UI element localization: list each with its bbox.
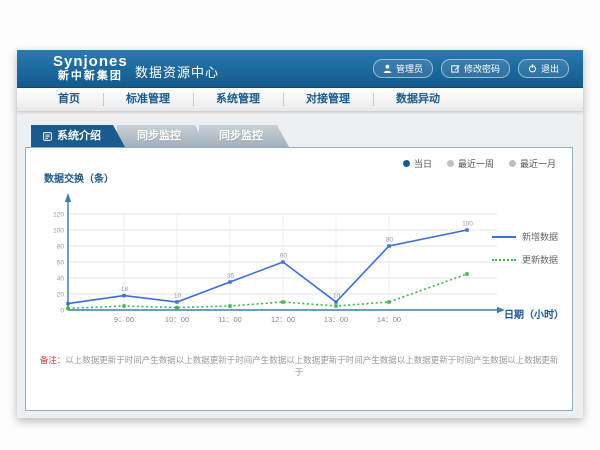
x-tick-label: 9：00 xyxy=(114,315,134,324)
change-password-label: 修改密码 xyxy=(464,62,500,75)
nav-item-system-mgmt[interactable]: 系统管理 xyxy=(193,88,283,111)
y-tick-label: 40 xyxy=(57,275,65,282)
admin-user-button[interactable]: 管理员 xyxy=(373,59,433,78)
data-point-label: 100 xyxy=(462,221,473,228)
legend-line-dotted xyxy=(492,259,516,261)
range-option-today-label: 当日 xyxy=(414,157,432,170)
x-tick-label: 13：00 xyxy=(324,315,348,324)
data-point xyxy=(66,307,69,310)
nav-item-standard-mgmt[interactable]: 标准管理 xyxy=(103,88,193,111)
x-tick-label: 14：00 xyxy=(377,315,401,324)
tab-sync-monitor-2-label: 同步监控 xyxy=(219,130,263,142)
data-point xyxy=(387,244,390,247)
radio-dot xyxy=(447,160,454,167)
data-point-label: 60 xyxy=(280,253,288,260)
range-option-last-week-label: 最近一周 xyxy=(458,157,494,170)
main-nav: 首页 标准管理 系统管理 对接管理 数据异动 xyxy=(17,88,583,112)
nav-item-data-change[interactable]: 数据异动 xyxy=(373,88,463,111)
tab-system-intro[interactable]: 系统介绍 xyxy=(31,125,125,147)
data-point-label: 18 xyxy=(121,286,129,293)
data-point xyxy=(465,228,468,231)
y-axis-arrow xyxy=(65,193,71,202)
legend-updated-data-label: 更新数据 xyxy=(522,253,558,266)
y-tick-label: 20 xyxy=(57,291,65,298)
x-tick-label: 10：00 xyxy=(165,315,189,324)
y-tick-label: 80 xyxy=(57,243,65,250)
logout-label: 退出 xyxy=(541,62,559,75)
range-option-today[interactable]: 当日 xyxy=(403,157,432,170)
header-actions: 管理员 修改密码 退出 xyxy=(373,59,569,78)
chart-legend: 新增数据 更新数据 xyxy=(492,230,558,266)
range-option-last-month[interactable]: 最近一月 xyxy=(509,157,556,170)
y-tick-label: 0 xyxy=(60,307,64,314)
data-point xyxy=(387,300,390,303)
line-chart: 0 20 40 60 80 100 120 9：00 10：00 11：00 12：00 13：00 1… xyxy=(52,186,522,336)
logout-button[interactable]: 退出 xyxy=(518,59,569,78)
range-option-last-month-label: 最近一月 xyxy=(520,157,556,170)
data-point-label: 10 xyxy=(333,293,341,300)
legend-item-updated-data: 更新数据 xyxy=(492,253,558,266)
nav-item-home[interactable]: 首页 xyxy=(35,88,103,111)
user-icon xyxy=(383,64,392,73)
data-point xyxy=(122,294,125,297)
x-tick-label: 11：00 xyxy=(218,315,242,324)
company-logo[interactable]: Synjones 新中新集团 xyxy=(53,53,128,83)
range-option-last-week[interactable]: 最近一周 xyxy=(447,157,494,170)
logo-secondary-text: 新中新集团 xyxy=(53,70,128,83)
chart-panel: 当日 最近一周 最近一月 数据交换（条） 0 20 40 60 80 100 120 9：00… xyxy=(25,147,573,411)
app-header: Synjones 新中新集团 数据资源中心 管理员 修改密码 xyxy=(17,50,583,88)
data-point xyxy=(228,280,231,283)
edit-icon xyxy=(451,64,460,73)
radio-dot xyxy=(509,160,516,167)
data-point xyxy=(175,306,178,309)
tab-sync-monitor-2[interactable]: 同步监控 xyxy=(199,125,289,147)
x-tick-label: 12：00 xyxy=(271,315,295,324)
footer-note-text: 以上数据更新于时间产生数据以上数据更新于时间产生数据以上数据更新于时间产生数据以… xyxy=(65,355,558,377)
tab-sync-monitor-1-label: 同步监控 xyxy=(137,130,181,142)
content-area: 系统介绍 同步监控 同步监控 当日 最近一周 xyxy=(17,112,583,417)
document-icon xyxy=(43,132,52,141)
legend-item-new-data: 新增数据 xyxy=(492,230,558,243)
footer-note: 备注：以上数据更新于时间产生数据以上数据更新于时间产生数据以上数据更新于时间产生… xyxy=(36,354,562,378)
data-point xyxy=(334,304,337,307)
logo-primary-text: Synjones xyxy=(53,53,128,70)
radio-dot xyxy=(403,160,410,167)
legend-new-data-label: 新增数据 xyxy=(522,230,558,243)
change-password-button[interactable]: 修改密码 xyxy=(441,59,510,78)
y-tick-label: 60 xyxy=(57,259,65,266)
page: Synjones 新中新集团 数据资源中心 管理员 修改密码 xyxy=(0,0,600,450)
admin-user-label: 管理员 xyxy=(396,62,423,75)
data-point xyxy=(281,300,284,303)
data-point-label: 80 xyxy=(386,237,394,244)
time-range-selector: 当日 最近一周 最近一月 xyxy=(403,157,556,170)
chart-x-axis-title: 日期（小时） xyxy=(504,306,564,321)
legend-line-solid xyxy=(492,236,516,238)
y-tick-label: 120 xyxy=(53,211,64,218)
data-point xyxy=(228,304,231,307)
data-point-label: 35 xyxy=(227,273,235,280)
data-point xyxy=(175,300,178,303)
data-point xyxy=(334,300,337,303)
tab-system-intro-label: 系统介绍 xyxy=(57,125,101,147)
y-tick-label: 100 xyxy=(53,227,64,234)
power-icon xyxy=(528,64,537,73)
data-point xyxy=(66,302,69,305)
page-title: 数据资源中心 xyxy=(135,62,219,81)
footer-note-label: 备注： xyxy=(40,355,66,365)
tab-sync-monitor-1[interactable]: 同步监控 xyxy=(117,125,207,147)
chart-y-axis-title: 数据交换（条） xyxy=(44,170,114,185)
app-window: Synjones 新中新集团 数据资源中心 管理员 修改密码 xyxy=(17,50,583,418)
data-point xyxy=(465,272,468,275)
nav-item-interface-mgmt[interactable]: 对接管理 xyxy=(283,88,373,111)
data-point xyxy=(281,260,284,263)
tab-bar: 系统介绍 同步监控 同步监控 xyxy=(31,125,289,147)
data-point xyxy=(122,304,125,307)
data-point-label: 10 xyxy=(174,293,182,300)
